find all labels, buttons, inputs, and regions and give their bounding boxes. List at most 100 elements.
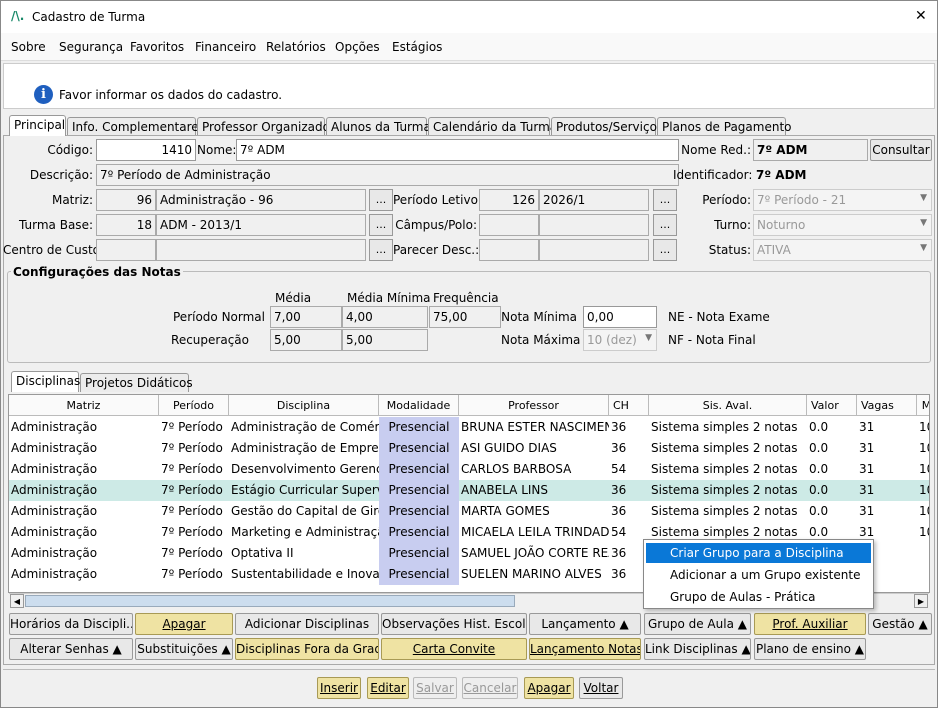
cell-matriz: Administração [11, 462, 98, 476]
codigo-field[interactable]: 1410 [96, 139, 196, 161]
col-header-m[interactable]: M [917, 395, 929, 416]
cell-matriz: Administração [11, 525, 98, 539]
disciplinas-fora-grade-button[interactable]: Disciplinas Fora da Grade [235, 638, 379, 660]
descricao-field[interactable]: 7º Período de Administração [96, 164, 679, 186]
voltar-button[interactable]: Voltar [579, 677, 623, 699]
lancamento-button[interactable]: Lançamento ▲ [529, 613, 641, 635]
menu-item-grupo-aulas-pratica[interactable]: Grupo de Aulas - Prática [646, 587, 871, 607]
menu-item-adicionar-grupo[interactable]: Adicionar a um Grupo existente [646, 565, 871, 585]
pn-frequencia-field[interactable]: 75,00 [429, 306, 501, 328]
editar-button[interactable]: Editar [367, 677, 409, 699]
pn-media-field[interactable]: 7,00 [270, 306, 342, 328]
table-row[interactable]: Administração 7º Período Administração de … [9, 438, 929, 459]
tab-info-complementares[interactable]: Info. Complementares [67, 117, 205, 136]
grupo-de-aula-button[interactable]: Grupo de Aula ▲ [644, 613, 751, 635]
cell-modalidade: Presencial [379, 459, 459, 480]
menu-sobre[interactable]: Sobre [11, 40, 46, 54]
matriz-lookup-button[interactable]: ... [369, 189, 393, 211]
parecer-name-field[interactable] [539, 239, 649, 261]
carta-convite-button[interactable]: Carta Convite [381, 638, 527, 660]
rec-media-minima-field[interactable]: 5,00 [342, 329, 428, 351]
campus-name-field[interactable] [539, 214, 649, 236]
rec-media-field[interactable]: 5,00 [270, 329, 342, 351]
tab-planos-de-pagamento[interactable]: Planos de Pagamento [657, 117, 792, 136]
col-header-valor[interactable]: Valor [807, 395, 857, 416]
cell-valor: 0.0 [809, 441, 829, 455]
gestao-button[interactable]: Gestão ▲ [868, 613, 932, 635]
col-header-ch[interactable]: CH [609, 395, 649, 416]
centro-custo-code-field[interactable] [96, 239, 156, 261]
horarios-disciplina-button[interactable]: Horários da Discipli... [9, 613, 133, 635]
tab-alunos-da-turma[interactable]: Alunos da Turma [326, 117, 431, 136]
scroll-left-icon[interactable]: ◀ [10, 594, 24, 608]
table-row[interactable]: Administração 7º Período Desenvolvimento G… [9, 459, 929, 480]
cell-professor: CARLOS BARBOSA [461, 462, 572, 476]
col-header-sis-aval[interactable]: Sis. Aval. [649, 395, 807, 416]
turma-base-lookup-button[interactable]: ... [369, 214, 393, 236]
menu-opcoes[interactable]: Opções [335, 40, 380, 54]
matriz-name-field[interactable]: Administração - 96 [156, 189, 366, 211]
periodo-letivo-name-field[interactable]: 2026/1 [539, 189, 649, 211]
parecer-lookup-button[interactable]: ... [653, 239, 677, 261]
nome-field[interactable]: 7º ADM [236, 139, 679, 161]
turma-base-code-field[interactable]: 18 [96, 214, 156, 236]
periodo-letivo-code-field[interactable]: 126 [479, 189, 539, 211]
turno-select[interactable]: Noturno ▼ [753, 214, 932, 236]
tab-projetos-didaticos[interactable]: Projetos Didáticos [80, 373, 193, 392]
centro-custo-lookup-button[interactable]: ... [369, 239, 393, 261]
col-header-vagas[interactable]: Vagas [857, 395, 917, 416]
menu-financeiro[interactable]: Financeiro [195, 40, 256, 54]
matriz-code-field[interactable]: 96 [96, 189, 156, 211]
periodo-label: Período: [702, 193, 751, 207]
col-header-modalidade[interactable]: Modalidade [379, 395, 459, 416]
menu-favoritos[interactable]: Favoritos [130, 40, 184, 54]
tab-produtos-servicos[interactable]: Produtos/Serviços [551, 117, 663, 136]
menu-relatorios[interactable]: Relatórios [266, 40, 326, 54]
parecer-code-field[interactable] [479, 239, 539, 261]
turno-value: Noturno [757, 218, 806, 232]
turma-base-name-field[interactable]: ADM - 2013/1 [156, 214, 366, 236]
link-disciplinas-button[interactable]: Link Disciplinas ▲ [644, 638, 751, 660]
nota-maxima-select[interactable]: 10 (dez) ▼ [583, 329, 657, 351]
col-header-periodo[interactable]: Período [159, 395, 229, 416]
menu-estagios[interactable]: Estágios [392, 40, 442, 54]
periodo-select[interactable]: 7º Período - 21 ▼ [753, 189, 932, 211]
inserir-button[interactable]: Inserir [317, 677, 361, 699]
adicionar-disciplinas-button[interactable]: Adicionar Disciplinas [235, 613, 379, 635]
observacoes-hist-button[interactable]: Observações Hist. Escolar [381, 613, 527, 635]
status-select[interactable]: ATIVA ▼ [753, 239, 932, 261]
table-row[interactable]: Administração 7º Período Estágio Curricula… [9, 480, 929, 501]
prof-auxiliar-button[interactable]: Prof. Auxiliar [754, 613, 866, 635]
tab-principal[interactable]: Principal [9, 115, 66, 136]
tab-calendario-da-turma[interactable]: Calendário da Turma [428, 117, 557, 136]
table-row[interactable]: Administração 7º Período Administração de … [9, 417, 929, 438]
periodo-letivo-lookup-button[interactable]: ... [653, 189, 677, 211]
cancelar-button[interactable]: Cancelar [462, 677, 518, 699]
substituicoes-button[interactable]: Substituições ▲ [135, 638, 233, 660]
lancamento-notas-button[interactable]: Lançamento Notas [529, 638, 641, 660]
centro-custo-name-field[interactable] [156, 239, 366, 261]
scroll-thumb[interactable] [25, 595, 515, 607]
col-header-matriz[interactable]: Matriz [9, 395, 159, 416]
tab-professor-organizador[interactable]: Professor Organizador [197, 117, 335, 136]
consultar-button[interactable]: Consultar [870, 139, 932, 161]
salvar-button[interactable]: Salvar [413, 677, 457, 699]
col-header-disciplina[interactable]: Disciplina [229, 395, 379, 416]
nota-minima-field[interactable]: 0,00 [583, 306, 657, 328]
apagar-disciplina-button[interactable]: Apagar [135, 613, 233, 635]
window: /\. Cadastro de Turma ✕ Sobre Segurança … [0, 0, 938, 708]
alterar-senhas-button[interactable]: Alterar Senhas ▲ [9, 638, 133, 660]
pn-media-minima-field[interactable]: 4,00 [342, 306, 428, 328]
close-icon[interactable]: ✕ [915, 8, 927, 24]
col-header-professor[interactable]: Professor [459, 395, 609, 416]
plano-de-ensino-button[interactable]: Plano de ensino ▲ [754, 638, 866, 660]
scroll-right-icon[interactable]: ▶ [914, 594, 928, 608]
menu-item-criar-grupo[interactable]: Criar Grupo para a Disciplina [646, 543, 871, 563]
campus-lookup-button[interactable]: ... [653, 214, 677, 236]
nome-red-field[interactable]: 7º ADM [753, 139, 868, 161]
apagar-button[interactable]: Apagar [524, 677, 574, 699]
menu-seguranca[interactable]: Segurança [59, 40, 123, 54]
table-row[interactable]: Administração 7º Período Gestão do Capital… [9, 501, 929, 522]
campus-code-field[interactable] [479, 214, 539, 236]
tab-disciplinas[interactable]: Disciplinas [11, 371, 80, 392]
